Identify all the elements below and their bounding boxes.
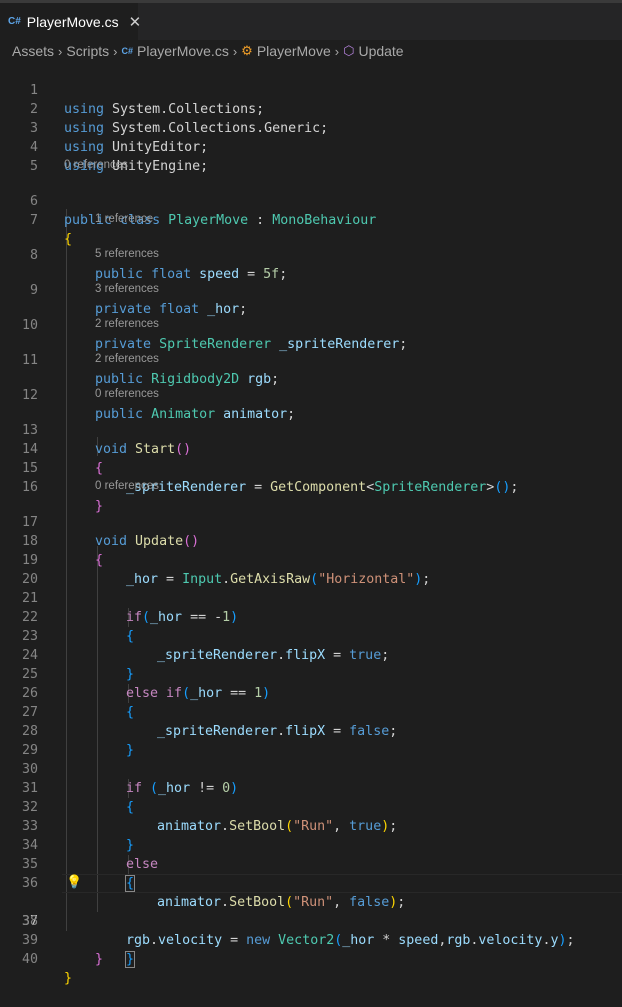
code-editor[interactable]: 1 using System.Collections; 2 using Syst… [0, 62, 622, 986]
code-line[interactable]: 39 } [0, 912, 622, 967]
code-line[interactable]: 20 [0, 551, 622, 587]
code-line[interactable]: 9 private float _hor; [0, 262, 622, 317]
code-line[interactable]: 28 } [0, 703, 622, 758]
breadcrumb-item-class[interactable]: PlayerMove [257, 43, 331, 59]
code-line[interactable]: 7 { [0, 192, 622, 247]
lightbulb-icon[interactable]: 💡 [66, 876, 82, 890]
code-line[interactable]: 8 public float speed = 5f; [0, 227, 622, 282]
code-line[interactable]: 35 { [0, 836, 622, 892]
code-line[interactable]: 30 if (_hor != 0) [0, 741, 622, 796]
code-line[interactable]: 4 using UnityEngine; [0, 119, 622, 174]
code-line[interactable]: 11 public Rigidbody2D rgb; [0, 332, 622, 387]
tab-playermove-cs[interactable]: C# PlayerMove.cs ✕ [0, 3, 141, 40]
code-line[interactable]: 22 { [0, 589, 622, 644]
code-line[interactable]: 21 if(_hor == -1) [0, 570, 622, 625]
editor-tab-bar: C# PlayerMove.cs ✕ [0, 0, 622, 40]
close-icon[interactable]: ✕ [129, 13, 142, 31]
code-line[interactable]: 36 animator.SetBool("Run", false); [0, 855, 622, 910]
code-token: SpriteRenderer [374, 480, 487, 495]
code-line[interactable]: 14 { [0, 421, 622, 476]
code-token: GetComponent [270, 480, 367, 495]
codelens-references[interactable]: 0 references [64, 157, 128, 173]
code-line[interactable]: 41 [0, 950, 622, 956]
csharp-file-icon: C# [8, 16, 21, 27]
code-line[interactable]: 38 rgb.velocity = new Vector2(_hor * spe… [0, 893, 622, 948]
codelens-references[interactable]: 0 references [95, 386, 159, 402]
code-token: : [248, 213, 273, 228]
code-line[interactable]: 23 _spriteRenderer.flipX = true; [0, 608, 622, 663]
breadcrumb-item-assets[interactable]: Assets [12, 43, 54, 59]
current-line-highlight [62, 874, 622, 893]
code-line[interactable]: 31 { [0, 760, 622, 815]
breadcrumb-item-file[interactable]: PlayerMove.cs [137, 43, 229, 59]
csharp-file-icon: C# [121, 46, 134, 56]
codelens-references[interactable]: 3 references [95, 281, 159, 297]
codelens-references[interactable]: 1 reference [95, 211, 153, 227]
code-line[interactable]: 12 public Animator animator; [0, 367, 622, 422]
code-line[interactable]: 10 private SpriteRenderer _spriteRendere… [0, 297, 622, 352]
code-line[interactable]: 19 _hor = Input.GetAxisRaw("Horizontal")… [0, 532, 622, 587]
code-line[interactable]: 1 using System.Collections; [0, 62, 622, 117]
codelens-references[interactable]: 2 references [95, 316, 159, 332]
code-line[interactable]: 24 } [0, 627, 622, 682]
code-line[interactable]: 29 [0, 722, 622, 758]
code-line[interactable]: 27 _spriteRenderer.flipX = false; [0, 684, 622, 739]
code-line[interactable]: 6 public class PlayerMove : MonoBehaviou… [0, 173, 622, 228]
code-line[interactable]: 16 } [0, 459, 622, 514]
code-line[interactable]: 32 animator.SetBool("Run", true); [0, 779, 622, 834]
breadcrumb: Assets › Scripts › C# PlayerMove.cs › ⚙ … [0, 40, 622, 62]
chevron-right-icon: › [232, 43, 238, 59]
code-line[interactable]: 13 void Start() [0, 402, 622, 457]
line-text: } [64, 969, 72, 988]
code-line[interactable]: 2 using System.Collections.Generic; [0, 81, 622, 136]
code-token: } [64, 971, 73, 986]
codelens-references[interactable]: 0 references [95, 478, 159, 494]
tab-filename: PlayerMove.cs [26, 13, 119, 30]
chevron-right-icon: › [58, 43, 63, 59]
codelens-references[interactable]: 2 references [95, 351, 159, 367]
breadcrumb-item-method[interactable]: Update [358, 43, 403, 59]
code-line[interactable]: 15 _spriteRenderer = GetComponent<Sprite… [0, 440, 622, 495]
code-line[interactable]: 5 [0, 138, 622, 174]
class-icon: ⚙ [241, 43, 253, 58]
code-token: MonoBehaviour [272, 213, 377, 228]
code-line[interactable]: 18 { [0, 513, 622, 568]
code-line[interactable]: 33 } [0, 798, 622, 853]
code-line[interactable]: 40 } [0, 931, 622, 986]
breadcrumb-item-scripts[interactable]: Scripts [66, 43, 109, 59]
codelens-references[interactable]: 5 references [95, 246, 159, 262]
code-line-active[interactable]: 37 💡 } [0, 874, 622, 968]
code-line[interactable]: 25 else if(_hor == 1) [0, 646, 622, 701]
method-icon: ⬡ [343, 43, 355, 58]
code-line[interactable]: 26 { [0, 665, 622, 720]
code-line[interactable]: 34 else [0, 817, 622, 872]
code-token: = [246, 480, 271, 495]
code-line[interactable]: 3 using UnityEditor; [0, 100, 622, 155]
code-line[interactable]: 17 void Update() [0, 494, 622, 549]
chevron-right-icon: › [113, 43, 118, 59]
code-token: PlayerMove [168, 213, 249, 228]
chevron-right-icon: › [334, 43, 340, 59]
code-token: ; [510, 480, 519, 495]
